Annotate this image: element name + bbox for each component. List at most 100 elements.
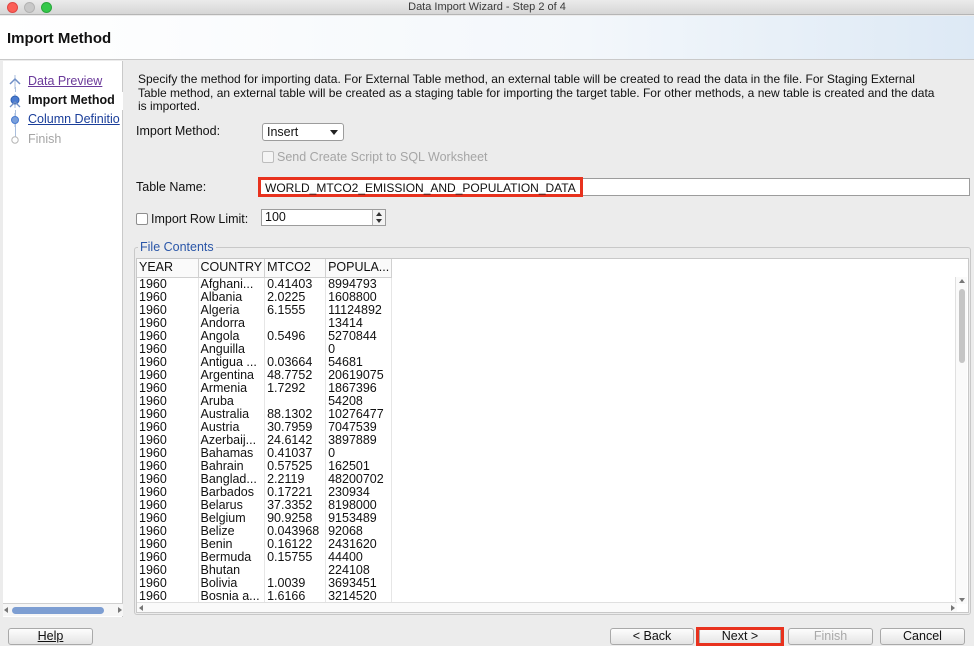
table-cell: 162501 [325,459,393,473]
table-row[interactable]: 1960 Bermuda 0.15755 44400 [137,550,393,564]
table-row[interactable]: 1960 Bosnia a... 1.6166 3214520 [137,589,393,603]
table-cell: Barbados [198,485,266,499]
step-data-preview[interactable]: Data Preview [3,73,123,91]
table-row[interactable]: 1960 Angola 0.5496 5270844 [137,329,393,343]
table-row[interactable]: 1960 Andorra 13414 [137,316,393,330]
table-cell: Andorra [198,316,266,330]
import-row-limit-label: Import Row Limit: [151,212,249,226]
table-cell: 54208 [325,394,393,408]
import-row-limit-spinner[interactable]: 100 [261,209,386,226]
table-cell: 1960 [137,368,199,382]
import-method-select[interactable]: Insert [262,123,344,141]
table-row[interactable]: 1960 Azerbaij... 24.6142 3897889 [137,433,393,447]
table-cell: 0.17221 [264,485,327,499]
table-cell: 11124892 [325,303,393,317]
table-row[interactable]: 1960 Bhutan 224108 [137,563,393,577]
table-row[interactable]: 1960 Aruba 54208 [137,394,393,408]
step-finish: Finish [3,131,123,149]
table-cell: 37.3352 [264,498,327,512]
table-cell: 48200702 [325,472,393,486]
table-cell: 224108 [325,563,393,577]
step-label: Import Method [28,93,115,107]
spinner-buttons[interactable] [372,210,385,225]
table-row[interactable]: 1960 Belarus 37.3352 8198000 [137,498,393,512]
scroll-left-icon[interactable] [4,607,8,613]
table-cell [264,394,327,408]
table-cell: Argentina [198,368,266,382]
table-row[interactable]: 1960 Banglad... 2.2119 48200702 [137,472,393,486]
table-cell: 0.5496 [264,329,327,343]
table-cell: 48.7752 [264,368,327,382]
table-row[interactable]: 1960 Belgium 90.9258 9153489 [137,511,393,525]
table-row[interactable]: 1960 Argentina 48.7752 20619075 [137,368,393,382]
table-cell: 1960 [137,407,199,421]
scroll-right-icon[interactable] [118,607,122,613]
table-cell: 1960 [137,459,199,473]
table-cell: Belarus [198,498,266,512]
table-cell [264,342,327,356]
steps-scroll-thumb[interactable] [12,607,104,614]
spinner-up-icon[interactable] [376,212,382,216]
table-cell: Algeria [198,303,266,317]
scroll-left-icon[interactable] [139,605,143,611]
file-contents-grid[interactable]: YEAR COUNTRY MTCO2 POPULA... 1960 Afghani… [136,258,969,613]
table-row[interactable]: 1960 Belize 0.043968 92068 [137,524,393,538]
table-cell: 10276477 [325,407,393,421]
scroll-down-icon[interactable] [959,598,965,602]
scroll-up-icon[interactable] [959,279,965,283]
table-row[interactable]: 1960 Austria 30.7959 7047539 [137,420,393,434]
column-header[interactable]: MTCO2 [264,259,327,278]
table-cell: Bahamas [198,446,266,460]
table-row[interactable]: 1960 Australia 88.1302 10276477 [137,407,393,421]
table-cell: 1960 [137,524,199,538]
cancel-button[interactable]: Cancel [880,628,965,645]
table-row[interactable]: 1960 Afghani... 0.41403 8994793 [137,277,393,291]
help-button[interactable]: Help [8,628,93,645]
file-contents-group: File Contents YEAR COUNTRY MTCO2 POPULA.… [134,240,971,615]
table-cell: 0.57525 [264,459,327,473]
table-cell [264,563,327,577]
step-column-definition[interactable]: Column Definitio [3,111,123,129]
table-row[interactable]: 1960 Armenia 1.7292 1867396 [137,381,393,395]
step-label: Column Definitio [28,112,120,126]
column-header[interactable]: YEAR [137,259,199,278]
table-cell: 1.6166 [264,589,327,603]
column-header[interactable]: POPULA... [325,259,393,278]
step-label: Finish [28,132,62,146]
table-cell: Bosnia a... [198,589,266,603]
table-row[interactable]: 1960 Albania 2.0225 1608800 [137,290,393,304]
table-row[interactable]: 1960 Bolivia 1.0039 3693451 [137,576,393,590]
table-row[interactable]: 1960 Benin 0.16122 2431620 [137,537,393,551]
table-name-value-highlighted[interactable]: WORLD_MTCO2_EMISSION_AND_POPULATION_DATA [258,177,583,197]
grid-vertical-scrollbar[interactable] [955,277,967,604]
import-row-limit-checkbox[interactable] [136,213,148,225]
table-cell: 1960 [137,446,199,460]
table-cell: 0.15755 [264,550,327,564]
table-cell: 1960 [137,329,199,343]
table-row[interactable]: 1960 Antigua ... 0.03664 54681 [137,355,393,369]
spinner-down-icon[interactable] [376,219,382,223]
table-row[interactable]: 1960 Bahamas 0.41037 0 [137,446,393,460]
column-header[interactable]: COUNTRY [198,259,266,278]
wizard-header: Import Method [0,16,974,60]
table-cell: 54681 [325,355,393,369]
step-import-method[interactable]: Import Method [3,92,123,110]
table-row[interactable]: 1960 Bahrain 0.57525 162501 [137,459,393,473]
table-cell: 2431620 [325,537,393,551]
table-row[interactable]: 1960 Anguilla 0 [137,342,393,356]
grid-horizontal-scrollbar[interactable] [137,602,957,612]
window-titlebar: Data Import Wizard - Step 2 of 4 [0,0,974,15]
table-cell: Belgium [198,511,266,525]
back-button[interactable]: < Back [610,628,694,645]
table-cell: 1960 [137,498,199,512]
table-cell: 1960 [137,303,199,317]
table-row[interactable]: 1960 Barbados 0.17221 230934 [137,485,393,499]
grid-vertical-thumb[interactable] [959,289,965,363]
table-row[interactable]: 1960 Algeria 6.1555 11124892 [137,303,393,317]
table-cell: 1960 [137,472,199,486]
table-cell: 1960 [137,511,199,525]
send-script-checkbox[interactable] [262,151,274,163]
scroll-right-icon[interactable] [951,605,955,611]
table-cell: Benin [198,537,266,551]
steps-horizontal-scrollbar[interactable] [3,603,123,616]
